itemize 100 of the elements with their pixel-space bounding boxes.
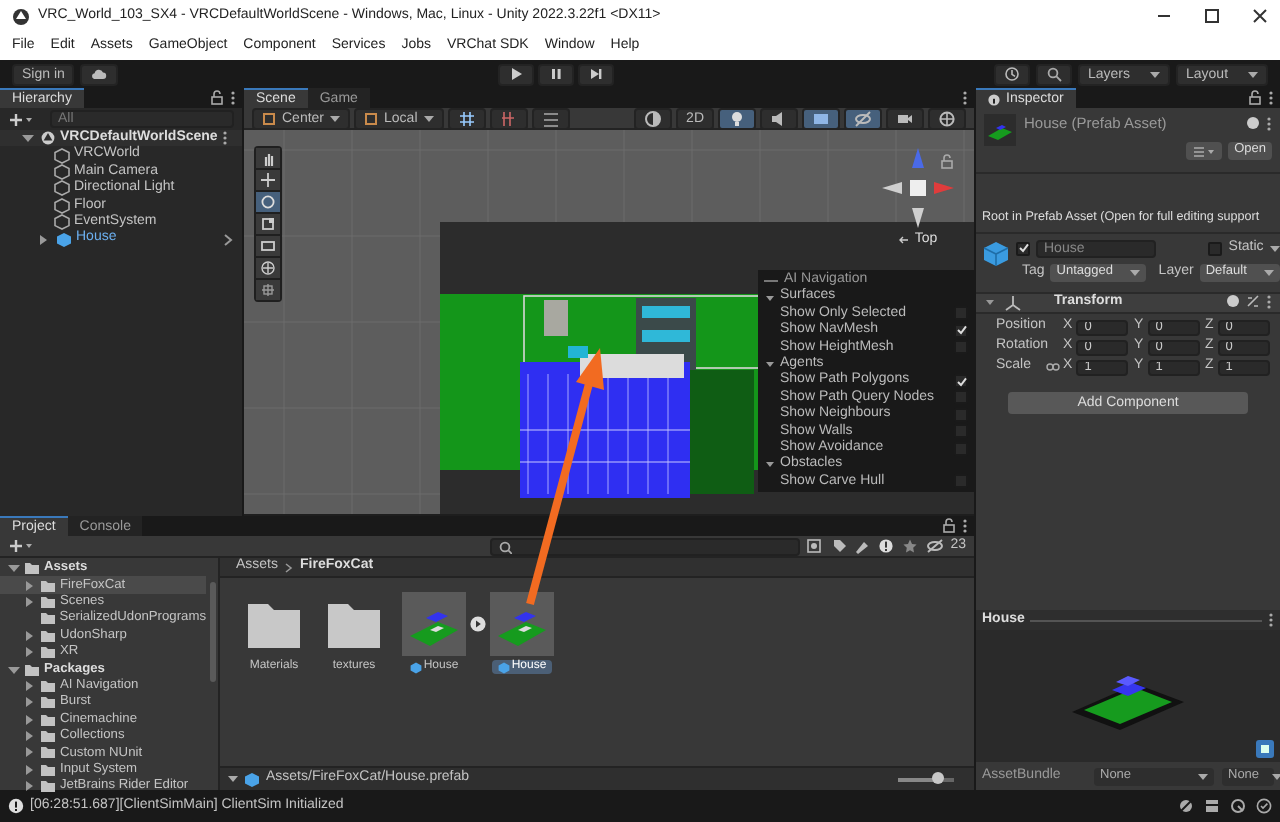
help-icon [1226, 294, 1240, 309]
help-icon [1246, 116, 1260, 130]
search-button[interactable] [1036, 63, 1072, 85]
add-button[interactable] [8, 111, 32, 127]
snap-increment-icon [499, 109, 518, 127]
square-icon [364, 111, 379, 125]
caret-icon [423, 113, 434, 123]
orientation-gizmo[interactable] [882, 148, 954, 228]
camera-button[interactable] [886, 107, 924, 129]
app-logo-icon [12, 7, 30, 25]
rotate-tool-button[interactable] [256, 192, 280, 212]
pause-icon [548, 66, 565, 82]
more-icon [230, 90, 236, 106]
rect-tool-button[interactable] [256, 236, 280, 256]
hidden-objects-toggle[interactable] [844, 107, 882, 129]
scrollbar-thumb [210, 582, 216, 682]
list-icon [1192, 143, 1217, 159]
more-icon [1266, 294, 1272, 311]
check-icon [1017, 242, 1029, 255]
expand-button[interactable] [470, 616, 486, 632]
more-icon [962, 90, 968, 106]
add-icon [8, 111, 32, 127]
grid-snap-button[interactable] [447, 107, 486, 129]
caret-icon [764, 458, 776, 471]
more-icon [1266, 115, 1272, 131]
grid-snap-icon [457, 109, 476, 127]
slider-thumb[interactable] [931, 771, 944, 783]
prefab-cube-icon [56, 231, 72, 248]
add-icon [8, 538, 32, 554]
maximize-icon [1204, 8, 1220, 24]
close-button[interactable] [1252, 8, 1268, 24]
custom-tool-button[interactable] [256, 280, 280, 300]
checkbox[interactable] [954, 323, 968, 338]
hand-tool-icon [260, 150, 276, 166]
custom-tool-icon [260, 282, 276, 298]
search-field[interactable] [490, 537, 801, 555]
move-tool-icon [260, 172, 276, 188]
static-checkbox[interactable] [1208, 241, 1223, 256]
preset-icon [1246, 294, 1260, 309]
lighting-toggle[interactable] [718, 107, 756, 129]
caret-icon [764, 358, 776, 371]
checkbox[interactable] [954, 374, 968, 389]
check-icon [1256, 798, 1272, 814]
audio-toggle[interactable] [760, 107, 798, 129]
history-icon [1004, 66, 1020, 82]
rect-tool-icon [260, 238, 276, 254]
maximize-button[interactable] [1204, 8, 1220, 24]
move-tool-button[interactable] [256, 170, 280, 190]
prefab-thumbnail [490, 592, 554, 656]
history-button[interactable] [994, 63, 1030, 85]
step-button[interactable] [578, 63, 615, 85]
caret-icon [984, 296, 996, 309]
more-icon [1268, 612, 1274, 628]
prefab-thumbnail [402, 592, 466, 656]
checkbox[interactable] [954, 390, 968, 405]
camera-icon [896, 109, 914, 127]
shading-mode-button[interactable] [634, 107, 673, 129]
cloud-icon [90, 66, 109, 82]
prefab-cube-icon [497, 661, 510, 674]
more-icon [962, 518, 968, 534]
filter-type-icon [806, 538, 825, 554]
play-icon [508, 66, 525, 82]
overrides-dropdown[interactable] [1186, 142, 1223, 160]
grid-visibility-button[interactable] [531, 107, 570, 129]
caret-icon [1198, 771, 1208, 781]
gizmos-icon [938, 109, 956, 127]
more-icon [1268, 90, 1274, 106]
search-icon [1046, 66, 1062, 82]
gizmos-button[interactable] [928, 107, 966, 129]
caret-icon [228, 774, 238, 784]
more-icon [221, 130, 228, 147]
prefab-thumbnail [984, 114, 1016, 146]
info-icon [8, 798, 24, 814]
close-icon [1252, 8, 1268, 24]
snap-increment-button[interactable] [489, 107, 528, 129]
play-button[interactable] [498, 63, 535, 85]
shading-mode-icon [644, 109, 663, 127]
scale-tool-icon [260, 216, 276, 232]
effects-toggle[interactable] [802, 107, 840, 129]
scale-tool-button[interactable] [256, 214, 280, 234]
chevron-icon [284, 561, 295, 573]
caret-icon [36, 231, 52, 248]
check-icon [955, 375, 967, 388]
caret-icon [330, 113, 341, 123]
rotate-tool-icon [260, 194, 276, 210]
light-bulb-icon [728, 109, 746, 127]
eye-slash-icon [854, 109, 872, 127]
transform-tool-button[interactable] [256, 258, 280, 278]
lock-icon [940, 154, 954, 170]
lock-icon [942, 518, 956, 534]
caret-icon [20, 130, 36, 147]
lock-icon [1248, 90, 1262, 106]
square-icon [262, 111, 276, 125]
hand-tool-button[interactable] [256, 148, 280, 168]
pause-button[interactable] [538, 63, 575, 85]
search-icon [498, 539, 513, 553]
add-button[interactable] [8, 538, 32, 554]
preview-settings-button[interactable] [1256, 740, 1274, 758]
active-checkbox[interactable] [1016, 241, 1030, 256]
cloud-button[interactable] [80, 63, 119, 85]
